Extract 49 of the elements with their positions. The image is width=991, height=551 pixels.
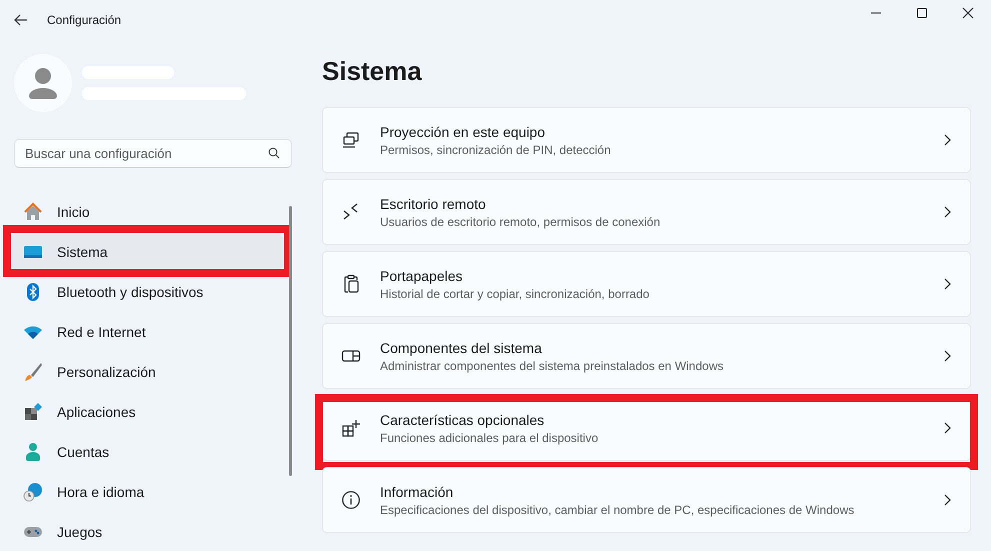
person-icon (23, 442, 43, 462)
nav-item[interactable]: Cuentas (8, 435, 284, 469)
nav-item[interactable]: Hora e idioma (8, 475, 284, 509)
close-icon (962, 7, 974, 19)
nav-item[interactable]: Bluetooth y dispositivos (8, 275, 284, 309)
card-description: Administrar componentes del sistema preinstalados en Windows (380, 358, 724, 372)
nav-item[interactable]: Juegos (8, 515, 284, 549)
chevron-icon (942, 350, 952, 362)
card-description: Permisos, sincronización de PIN, detección (380, 142, 612, 156)
nav-item[interactable]: Personalización (8, 355, 284, 389)
card-title: Características opcionales (380, 412, 546, 428)
chevron-icon (942, 206, 952, 218)
card-title: Portapapeles (380, 268, 464, 284)
grid-plus-icon (341, 418, 361, 438)
settings-card[interactable]: Proyección en este equipo Permisos, sincronización de PIN, detección (322, 107, 971, 173)
card-title: Información (380, 484, 454, 500)
chevron-icon (942, 422, 952, 434)
page-title: Sistema (322, 56, 423, 87)
nav-item[interactable]: Inicio (8, 195, 284, 229)
settings-card[interactable]: Portapapeles Historial de cortar y copiar, sincronización, borrado (322, 251, 971, 317)
settings-card[interactable]: Componentes del sistema Administrar componentes del sistema preinstalados en Windows (322, 323, 971, 389)
chevron-icon (942, 278, 952, 290)
nav-item[interactable]: Sistema (8, 235, 284, 269)
search-icon (268, 147, 280, 159)
paintbrush-icon (23, 362, 43, 382)
nav-item[interactable]: Red e Internet (8, 315, 284, 349)
card-description: Especificaciones del dispositivo, cambiar el nombre de PC, especificaciones de Windows (380, 502, 856, 516)
info-icon (341, 490, 361, 510)
globe-clock-icon (23, 482, 43, 502)
window-title: Configuración (47, 13, 122, 27)
nav-item[interactable]: Aplicaciones (8, 395, 284, 429)
chevron-icon (942, 494, 952, 506)
search-field[interactable]: Buscar una configuración (14, 139, 292, 168)
card-title: Escritorio remoto (380, 196, 487, 212)
house-icon (23, 202, 43, 222)
scrollbar[interactable] (289, 206, 292, 476)
avatar-icon[interactable] (14, 54, 72, 112)
card-description: Historial de cortar y copiar, sincronización, borrado (380, 286, 650, 300)
card-description: Usuarios de escritorio remoto, permisos de conexión (380, 214, 662, 228)
chevron-icon (942, 134, 952, 146)
apps-icon (23, 402, 43, 422)
settings-card[interactable]: Información Especificaciones del dispositivo, cambiar el nombre de PC, especificaciones de Windows (322, 467, 971, 533)
settings-card[interactable]: Escritorio remoto Usuarios de escritorio remoto, permisos de conexión (322, 179, 971, 245)
card-title: Proyección en este equipo (380, 124, 546, 140)
screens-icon (341, 130, 361, 150)
maximize-icon (916, 7, 928, 19)
card-description: Funciones adicionales para el dispositivo (380, 430, 600, 444)
back-arrow-icon[interactable] (13, 12, 29, 28)
card-title: Componentes del sistema (380, 340, 543, 356)
